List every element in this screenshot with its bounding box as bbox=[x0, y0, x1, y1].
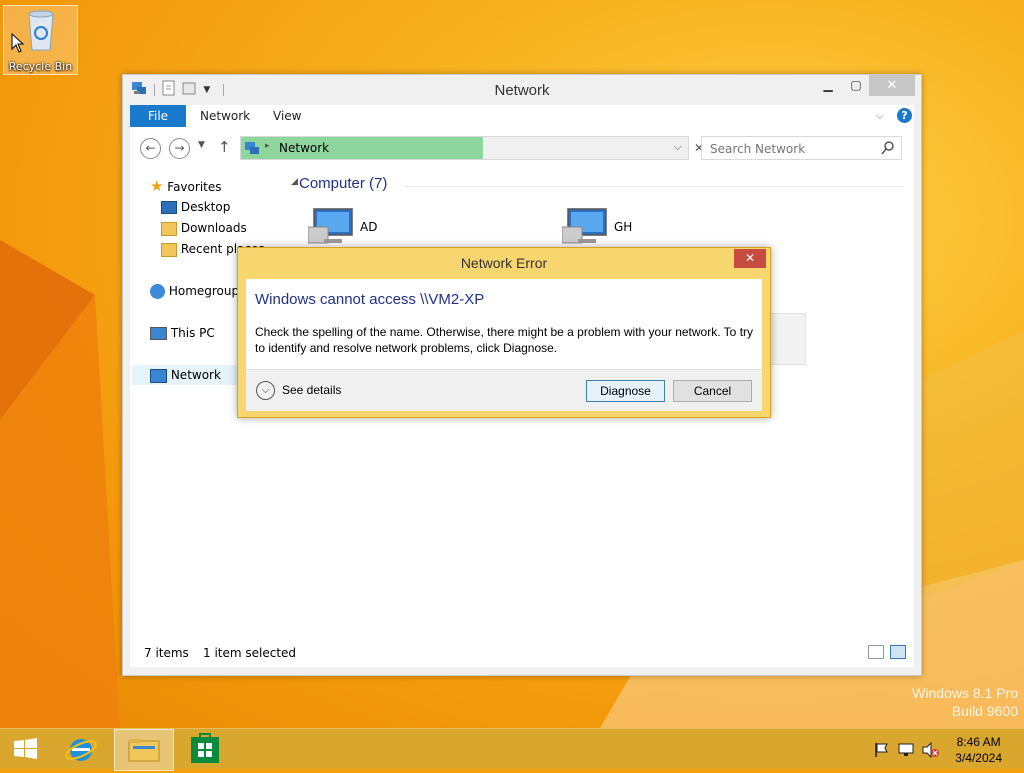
ribbon-expand-chevron-icon[interactable]: ⌵ bbox=[876, 105, 884, 127]
group-collapse-icon[interactable]: ◢ bbox=[291, 177, 298, 187]
network-error-dialog: Network Error ✕ Windows cannot access \\… bbox=[237, 247, 771, 418]
star-icon: ★ bbox=[150, 177, 164, 195]
group-header-label: Computer (7) bbox=[299, 175, 388, 192]
taskbar-store[interactable] bbox=[182, 729, 228, 769]
cancel-button[interactable]: Cancel bbox=[673, 380, 752, 402]
nav-downloads[interactable]: Downloads bbox=[161, 218, 247, 238]
watermark-build: Build 9600 bbox=[951, 703, 1018, 719]
recent-locations-chevron-icon[interactable]: ▼ bbox=[198, 140, 205, 150]
diagnose-button[interactable]: Diagnose bbox=[586, 380, 665, 402]
store-icon bbox=[191, 733, 219, 763]
group-header[interactable]: Computer (7) bbox=[299, 175, 387, 192]
nav-favorites[interactable]: ★ Favorites bbox=[150, 176, 222, 196]
windows-watermark: Windows 8.1 Pro Build 9600 bbox=[912, 684, 1018, 720]
nav-network-label: Network bbox=[170, 368, 221, 382]
large-icons-view-icon[interactable] bbox=[890, 645, 906, 659]
tab-network[interactable]: Network bbox=[200, 105, 250, 127]
nav-desktop[interactable]: Desktop bbox=[161, 197, 230, 217]
nav-downloads-label: Downloads bbox=[180, 221, 247, 235]
this-pc-icon bbox=[150, 327, 167, 340]
taskbar: 8:46 AM 3/4/2024 bbox=[0, 728, 1024, 771]
address-dropdown-chevron-icon[interactable]: ⌵ bbox=[674, 140, 682, 154]
minimize-button[interactable]: ▁ bbox=[815, 75, 841, 96]
computer-name: AD bbox=[360, 220, 378, 234]
recycle-bin-label: Recycle Bin bbox=[8, 60, 73, 73]
forward-button[interactable]: → bbox=[169, 138, 190, 159]
content-area: ★ Favorites Desktop Downloads Recent pla… bbox=[130, 169, 914, 667]
address-progress-fill bbox=[241, 137, 483, 159]
action-center-flag-icon[interactable] bbox=[874, 742, 890, 761]
nav-this-pc-label: This PC bbox=[170, 326, 215, 340]
details-view-icon[interactable] bbox=[868, 645, 884, 659]
computer-item-ad[interactable]: AD bbox=[307, 205, 508, 249]
recycle-bin-icon-graphic bbox=[27, 10, 54, 51]
downloads-folder-icon bbox=[161, 221, 177, 236]
taskbar-clock[interactable]: 8:46 AM 3/4/2024 bbox=[955, 734, 1002, 766]
file-explorer-icon bbox=[128, 739, 160, 762]
status-bar: 7 items 1 item selected bbox=[130, 639, 914, 667]
mouse-cursor-icon bbox=[11, 33, 25, 53]
dialog-title: Network Error bbox=[460, 255, 548, 271]
network-nav-icon bbox=[150, 368, 167, 383]
breadcrumb-separator-icon[interactable]: ▸ bbox=[265, 141, 270, 151]
dialog-close-button[interactable]: ✕ bbox=[734, 249, 766, 268]
status-selected-count: 1 item selected bbox=[203, 646, 297, 660]
search-box[interactable] bbox=[701, 136, 902, 160]
dialog-message: Check the spelling of the name. Otherwis… bbox=[255, 325, 754, 355]
nav-homegroup[interactable]: Homegroup bbox=[150, 281, 239, 301]
address-row: ← → ▼ ↑ ▸ Network ⌵ ✕ bbox=[130, 127, 914, 169]
network-tray-icon[interactable] bbox=[898, 742, 916, 761]
up-button[interactable]: ↑ bbox=[218, 138, 231, 156]
computer-item-gh[interactable]: GH bbox=[561, 205, 762, 249]
taskbar-internet-explorer[interactable] bbox=[58, 729, 104, 769]
clock-time: 8:46 AM bbox=[956, 735, 1001, 749]
watermark-edition: Windows 8.1 Pro bbox=[912, 685, 1018, 701]
taskbar-file-explorer[interactable] bbox=[114, 729, 174, 771]
dialog-body: Windows cannot access \\VM2-XP Check the… bbox=[246, 279, 762, 369]
search-icon[interactable] bbox=[881, 141, 895, 155]
search-input[interactable] bbox=[708, 140, 872, 158]
help-icon[interactable]: ? bbox=[897, 108, 912, 123]
title-bar[interactable]: ▼ Network ▁ ▢ ✕ bbox=[123, 75, 921, 105]
computer-icon bbox=[307, 208, 353, 244]
desktop-folder-icon bbox=[161, 201, 177, 214]
back-button[interactable]: ← bbox=[140, 138, 161, 159]
nav-this-pc[interactable]: This PC bbox=[150, 323, 215, 343]
see-details-link[interactable]: See details bbox=[282, 383, 341, 397]
start-button[interactable] bbox=[2, 729, 48, 769]
internet-explorer-icon bbox=[65, 739, 97, 761]
clock-date: 3/4/2024 bbox=[955, 751, 1002, 765]
nav-favorites-label: Favorites bbox=[167, 180, 222, 194]
nav-homegroup-label: Homegroup bbox=[168, 284, 240, 298]
ribbon-tabs: File Network View ⌵ ? bbox=[130, 105, 914, 128]
tab-view[interactable]: View bbox=[273, 105, 301, 127]
maximize-button[interactable]: ▢ bbox=[843, 75, 869, 96]
computer-name: GH bbox=[614, 220, 633, 234]
homegroup-icon bbox=[150, 284, 165, 299]
volume-muted-icon[interactable] bbox=[922, 741, 940, 761]
windows-logo-icon bbox=[14, 738, 37, 759]
dialog-footer: ⌵ See details Diagnose Cancel bbox=[246, 369, 762, 411]
computer-icon bbox=[561, 208, 607, 244]
network-location-icon bbox=[245, 142, 259, 154]
nav-desktop-label: Desktop bbox=[180, 200, 231, 214]
see-details-chevron-icon[interactable]: ⌵ bbox=[256, 381, 275, 400]
address-bar[interactable]: ▸ Network ⌵ bbox=[240, 136, 689, 160]
status-item-count: 7 items bbox=[144, 646, 189, 660]
recent-places-folder-icon bbox=[161, 242, 177, 257]
close-button[interactable]: ✕ bbox=[869, 75, 915, 96]
dialog-heading: Windows cannot access \\VM2-XP bbox=[255, 291, 485, 308]
breadcrumb-network[interactable]: Network bbox=[279, 141, 329, 155]
group-divider bbox=[405, 186, 904, 187]
tab-file[interactable]: File bbox=[130, 105, 186, 127]
window-title: Network bbox=[494, 82, 550, 99]
